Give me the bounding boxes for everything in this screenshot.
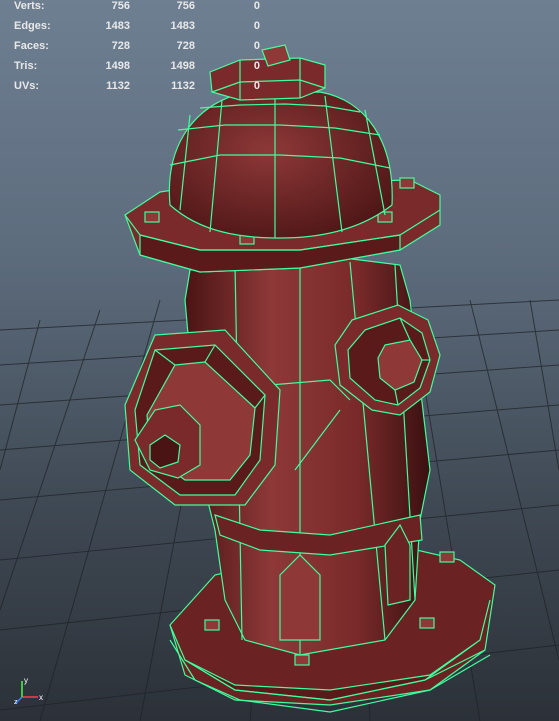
hud-selected: 1132 [171, 80, 195, 92]
hud-selected: 1498 [170, 60, 195, 72]
hud-label: Faces: [14, 40, 49, 52]
hud-total: 728 [111, 40, 130, 52]
hud-row-tris: Tris: 1498 1498 0 [0, 60, 270, 80]
hud-selected: 1483 [170, 20, 195, 32]
hud-total: 1483 [105, 20, 130, 32]
hud-total: 1132 [106, 80, 130, 92]
hud-selected: 728 [176, 40, 195, 52]
hud-highlighted: 0 [253, 20, 260, 32]
dome-bonnet [168, 91, 393, 239]
hud-row-edges: Edges: 1483 1483 0 [0, 20, 270, 40]
hud-label: Verts: [14, 0, 45, 12]
hud-highlighted: 0 [253, 40, 260, 52]
axis-x-label: x [39, 693, 43, 702]
poly-count-hud: Verts: 756 756 0 Edges: 1483 1483 0 Face… [0, 0, 270, 100]
hud-selected: 756 [176, 0, 195, 12]
view-axis-indicator-icon: x y z [14, 676, 43, 705]
hud-highlighted: 0 [253, 0, 260, 12]
hud-total: 1498 [105, 60, 130, 72]
hud-label: Edges: [14, 20, 51, 32]
hud-total: 756 [111, 0, 130, 12]
axis-y-label: y [24, 676, 28, 685]
hud-highlighted: 0 [253, 60, 260, 72]
hud-label: UVs: [14, 80, 40, 92]
hud-row-faces: Faces: 728 728 0 [0, 40, 270, 60]
hud-row-verts: Verts: 756 756 0 [0, 0, 270, 20]
hud-row-uvs: UVs: 1132 1132 0 [0, 80, 270, 100]
axis-z-label: z [14, 699, 18, 705]
3d-viewport[interactable]: Verts: 756 756 0 Edges: 1483 1483 0 Face… [0, 0, 559, 721]
fire-hydrant-model[interactable] [0, 0, 559, 721]
hud-label: Tris: [14, 60, 38, 72]
hud-highlighted: 0 [253, 80, 260, 92]
